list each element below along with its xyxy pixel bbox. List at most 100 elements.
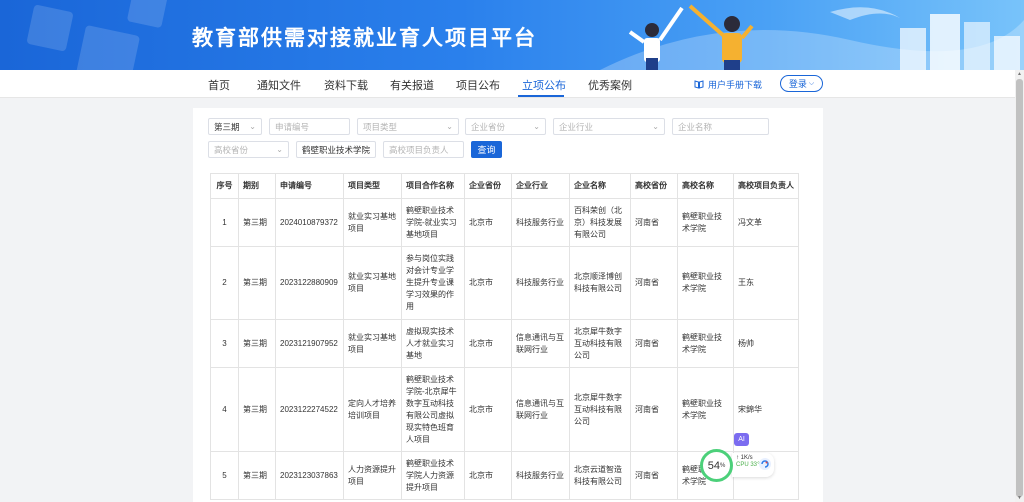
search-button[interactable]: 查询 [471, 141, 502, 158]
cell-project-name: 鹤壁职业技术学院-北京犀牛数字互动科技有限公司虚拟现实特色班育人项目 [401, 367, 465, 452]
memory-usage-value: 54 [707, 459, 720, 472]
scroll-up-arrow-icon[interactable]: ▲ [1015, 70, 1024, 78]
col-header-project-name: 项目合作名称 [401, 173, 465, 199]
cell-project-name: 参与岗位实践对会计专业学生提升专业课学习效果的作用 [401, 246, 465, 320]
cell-batch: 第三期 [238, 198, 276, 247]
batch-select-value: 第三期 [214, 121, 240, 132]
cell-project-type: 人力资源提升项目 [343, 451, 402, 500]
cell-school-leader: 冯文革 [733, 198, 799, 247]
cell-company-industry: 信息通讯与互联网行业 [511, 367, 570, 452]
banner-decoration [126, 0, 169, 29]
cell-company-industry: 信息通讯与互联网行业 [511, 319, 570, 368]
table-header-row: 序号 期别 申请编号 项目类型 项目合作名称 企业省份 企业行业 企业名称 高校… [210, 173, 799, 199]
banner-decoration [26, 4, 74, 52]
memory-usage-gauge[interactable]: 54% [700, 449, 733, 482]
nav-notices[interactable]: 通知文件 [257, 77, 301, 93]
cell-school-province: 河南省 [630, 367, 678, 452]
nav-reports[interactable]: 有关报道 [390, 77, 434, 93]
manual-download-label: 用户手册下载 [708, 80, 763, 90]
cell-company-province: 北京市 [464, 367, 512, 452]
col-header-company-province: 企业省份 [464, 173, 512, 199]
banner-decoration [74, 24, 141, 70]
cell-company-industry: 科技服务行业 [511, 451, 570, 500]
cell-batch: 第三期 [238, 246, 276, 320]
batch-select[interactable]: 第三期 ⌄ [208, 118, 262, 135]
system-stats-panel: ↑ 1K/s CPU 33℃ [732, 453, 774, 477]
company-province-select[interactable]: 企业省份 ⌄ [465, 118, 546, 135]
cell-company-name: 北京犀牛数字互动科技有限公司 [569, 319, 631, 368]
cell-company-name: 北京顺泽博创科技有限公司 [569, 246, 631, 320]
project-type-placeholder: 项目类型 [363, 121, 398, 132]
school-leader-input[interactable]: 高校项目负责人 [383, 141, 464, 158]
cell-app-no: 2024010879372 [275, 198, 344, 247]
accelerate-icon[interactable] [759, 458, 771, 470]
cell-company-industry: 科技服务行业 [511, 246, 570, 320]
scroll-down-arrow-icon[interactable]: ▼ [1015, 494, 1024, 502]
cell-school-name: 鹤壁职业技术学院 [677, 198, 734, 247]
chevron-down-icon: ⌄ [249, 122, 256, 131]
cell-batch: 第三期 [238, 451, 276, 500]
cell-index: 4 [210, 367, 239, 452]
school-province-select[interactable]: 高校省份 ⌄ [208, 141, 289, 158]
cell-batch: 第三期 [238, 319, 276, 368]
nav-cases[interactable]: 优秀案例 [588, 77, 632, 93]
memory-usage-unit: % [719, 462, 726, 469]
ai-assistant-button[interactable]: AI [734, 433, 749, 446]
cell-batch: 第三期 [238, 367, 276, 452]
cell-company-industry: 科技服务行业 [511, 198, 570, 247]
cell-project-name: 虚拟现实技术人才就业实习基地 [401, 319, 465, 368]
page-scrollbar[interactable]: ▲ ▼ [1015, 70, 1024, 502]
chevron-down-icon: ⌄ [652, 122, 659, 131]
col-header-school-leader: 高校项目负责人 [733, 173, 799, 199]
company-province-placeholder: 企业省份 [471, 121, 506, 132]
cell-company-province: 北京市 [464, 319, 512, 368]
table-row[interactable]: 2 第三期 2023122880909 就业实习基地项目 参与岗位实践对会计专业… [210, 246, 799, 320]
company-industry-select[interactable]: 企业行业 ⌄ [553, 118, 665, 135]
col-header-company-name: 企业名称 [569, 173, 631, 199]
main-nav: 首页 通知文件 资料下载 有关报道 项目公布 立项公布 优秀案例 用户手册下载 … [0, 70, 1024, 98]
nav-home[interactable]: 首页 [208, 77, 230, 93]
table-row[interactable]: 1 第三期 2024010879372 就业实习基地项目 鹤壁职业技术学院-就业… [210, 198, 799, 247]
cell-app-no: 2023121907952 [275, 319, 344, 368]
col-header-index: 序号 [210, 173, 239, 199]
cell-project-name: 鹤壁职业技术学院人力资源提升项目 [401, 451, 465, 500]
login-button[interactable]: 登录 ⌵ [780, 75, 823, 92]
cell-index: 2 [210, 246, 239, 320]
cell-index: 1 [210, 198, 239, 247]
application-number-input[interactable]: 申请编号 [269, 118, 350, 135]
nav-projects[interactable]: 项目公布 [456, 77, 500, 93]
school-name-input[interactable]: 鹤壁职业技术学院 [296, 141, 376, 158]
header-banner: 教育部供需对接就业育人项目平台 [0, 0, 1024, 70]
company-industry-placeholder: 企业行业 [559, 121, 594, 132]
scrollbar-thumb[interactable] [1016, 79, 1023, 497]
chevron-down-icon: ⌄ [533, 122, 540, 131]
system-monitor-widget[interactable]: AI ↑ 1K/s CPU 33℃ 54% [700, 433, 780, 483]
cell-school-name: 鹤壁职业技术学院 [677, 319, 734, 368]
col-header-school-province: 高校省份 [630, 173, 678, 199]
cell-company-name: 北京云道智造科技有限公司 [569, 451, 631, 500]
cell-project-type: 就业实习基地项目 [343, 198, 402, 247]
chevron-down-icon: ⌄ [276, 145, 283, 154]
cell-index: 3 [210, 319, 239, 368]
table-row[interactable]: 3 第三期 2023121907952 就业实习基地项目 虚拟现实技术人才就业实… [210, 319, 799, 368]
school-province-placeholder: 高校省份 [214, 144, 249, 155]
chevron-down-icon: ⌵ [808, 79, 815, 87]
login-label: 登录 [788, 79, 807, 89]
cell-company-province: 北京市 [464, 451, 512, 500]
nav-approved-projects[interactable]: 立项公布 [522, 77, 566, 93]
cell-school-province: 河南省 [630, 319, 678, 368]
company-name-input[interactable]: 企业名称 [672, 118, 769, 135]
col-header-project-type: 项目类型 [343, 173, 402, 199]
cell-school-leader: 杨帅 [733, 319, 799, 368]
cell-company-name: 百科荣创（北京）科技发展有限公司 [569, 198, 631, 247]
col-header-school-name: 高校名称 [677, 173, 734, 199]
nav-downloads[interactable]: 资料下载 [324, 77, 368, 93]
cell-school-province: 河南省 [630, 246, 678, 320]
cell-school-name: 鹤壁职业技术学院 [677, 246, 734, 320]
cell-school-province: 河南省 [630, 198, 678, 247]
manual-download-link[interactable]: 用户手册下载 [694, 78, 762, 91]
project-type-select[interactable]: 项目类型 ⌄ [357, 118, 459, 135]
col-header-batch: 期别 [238, 173, 276, 199]
cell-school-province: 河南省 [630, 451, 678, 500]
cell-company-province: 北京市 [464, 246, 512, 320]
